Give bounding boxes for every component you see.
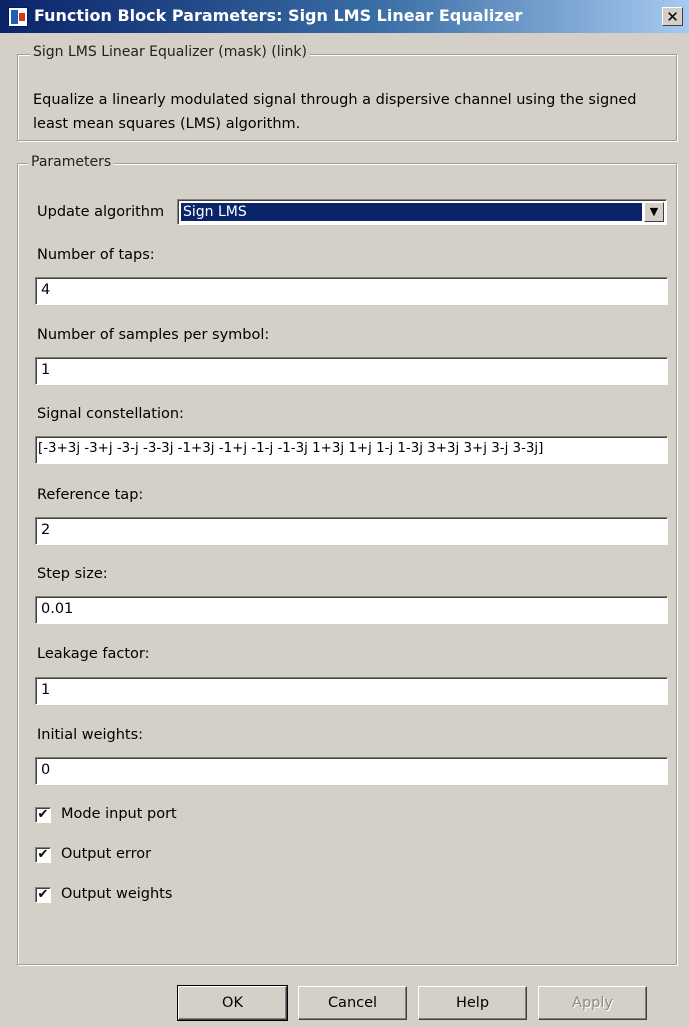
mode-input-port-label: Mode input port	[61, 806, 177, 822]
checkmark-icon[interactable]: ✔	[35, 807, 51, 823]
leakage-factor-field[interactable]: 1	[35, 677, 668, 705]
step-size-field[interactable]: 0.01	[35, 596, 668, 624]
simulink-app-icon	[8, 7, 28, 27]
initial-weights-label: Initial weights:	[37, 727, 144, 743]
signal-constellation-field[interactable]: [-3+3j -3+j -3-j -3-3j -1+3j -1+j -1-j -…	[35, 436, 668, 464]
help-button[interactable]: Help	[418, 986, 527, 1020]
signal-constellation-label: Signal constellation:	[37, 406, 184, 422]
ok-button[interactable]: OK	[177, 985, 288, 1021]
apply-button[interactable]: Apply	[538, 986, 647, 1020]
checkmark-icon[interactable]: ✔	[35, 887, 51, 903]
step-size-label: Step size:	[37, 566, 108, 582]
samples-per-symbol-field[interactable]: 1	[35, 357, 668, 385]
reference-tap-field[interactable]: 2	[35, 517, 668, 545]
reference-tap-label: Reference tap:	[37, 487, 144, 503]
update-algorithm-value: Sign LMS	[180, 202, 643, 222]
cancel-button[interactable]: Cancel	[298, 986, 407, 1020]
initial-weights-field[interactable]: 0	[35, 757, 668, 785]
update-algorithm-label: Update algorithm	[37, 204, 165, 220]
output-weights-label: Output weights	[61, 886, 173, 902]
title-bar[interactable]: Function Block Parameters: Sign LMS Line…	[0, 0, 689, 33]
parameters-group-title: Parameters	[28, 154, 115, 170]
leakage-factor-label: Leakage factor:	[37, 646, 150, 662]
samples-per-symbol-label: Number of samples per symbol:	[37, 327, 270, 343]
window-title: Function Block Parameters: Sign LMS Line…	[34, 6, 523, 25]
mask-group-title: Sign LMS Linear Equalizer (mask) (link)	[30, 44, 310, 60]
checkmark-icon[interactable]: ✔	[35, 847, 51, 863]
close-button[interactable]: ✕	[662, 7, 683, 26]
mask-description: Equalize a linearly modulated signal thr…	[33, 92, 637, 132]
chevron-down-icon[interactable]: ▼	[644, 202, 664, 222]
output-error-label: Output error	[61, 846, 152, 862]
num-taps-field[interactable]: 4	[35, 277, 668, 305]
num-taps-label: Number of taps:	[37, 247, 155, 263]
update-algorithm-select[interactable]: Sign LMS ▼	[177, 199, 667, 225]
